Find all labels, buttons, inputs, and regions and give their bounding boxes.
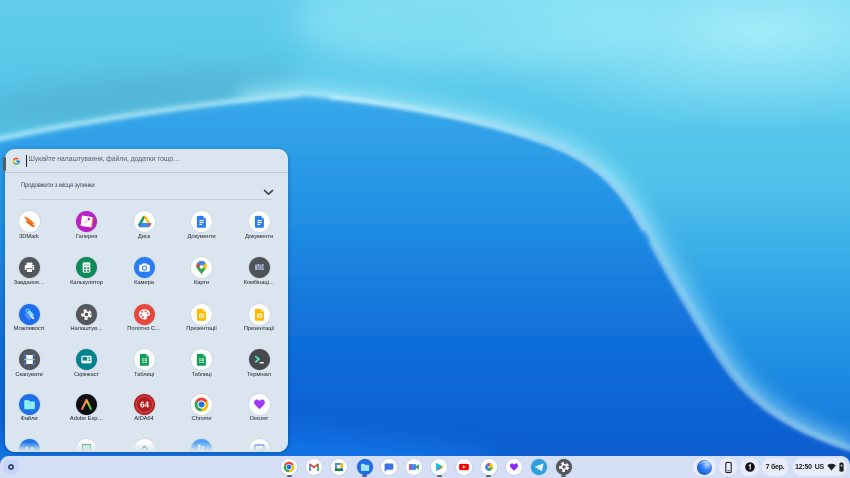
svg-text:64: 64	[139, 400, 149, 409]
